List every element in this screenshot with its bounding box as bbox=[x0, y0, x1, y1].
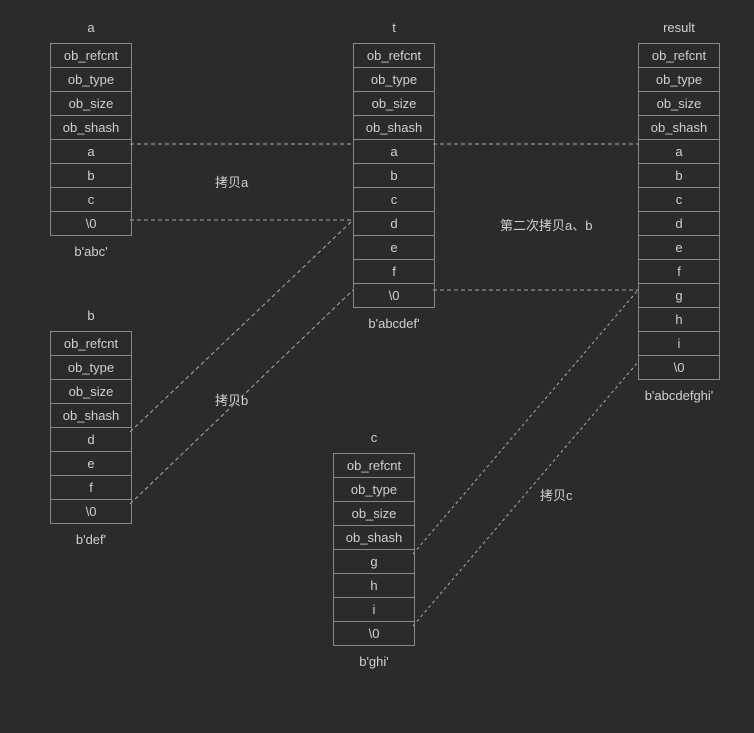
annotation-copy-c: 拷贝c bbox=[540, 485, 573, 504]
struct-c-title: c bbox=[333, 430, 415, 445]
cell: ob_type bbox=[51, 68, 131, 92]
struct-t-footer: b'abcdef' bbox=[353, 316, 435, 331]
cell: h bbox=[639, 308, 719, 332]
cell: d bbox=[639, 212, 719, 236]
annotation-copy-ab-second: 第二次拷贝a、b bbox=[500, 215, 592, 234]
cell: ob_type bbox=[51, 356, 131, 380]
cell: b bbox=[639, 164, 719, 188]
struct-b-footer: b'def' bbox=[50, 532, 132, 547]
cell: ob_refcnt bbox=[51, 332, 131, 356]
cell: \0 bbox=[354, 284, 434, 308]
struct-a-title: a bbox=[50, 20, 132, 35]
cell: b bbox=[51, 164, 131, 188]
cell: ob_size bbox=[51, 92, 131, 116]
cell: \0 bbox=[639, 356, 719, 380]
cell: ob_shash bbox=[354, 116, 434, 140]
annotation-copy-b: 拷贝b bbox=[215, 390, 248, 409]
cell: ob_size bbox=[51, 380, 131, 404]
cell: b bbox=[354, 164, 434, 188]
cell: f bbox=[51, 476, 131, 500]
cell: i bbox=[334, 598, 414, 622]
cell: c bbox=[51, 188, 131, 212]
cell: ob_size bbox=[354, 92, 434, 116]
cell: e bbox=[51, 452, 131, 476]
cell: e bbox=[354, 236, 434, 260]
cell: d bbox=[354, 212, 434, 236]
cell: i bbox=[639, 332, 719, 356]
cell: d bbox=[51, 428, 131, 452]
cell: e bbox=[639, 236, 719, 260]
cell: ob_refcnt bbox=[354, 44, 434, 68]
struct-a: a ob_refcnt ob_type ob_size ob_shash a b… bbox=[50, 20, 132, 259]
cell: h bbox=[334, 574, 414, 598]
cell: g bbox=[639, 284, 719, 308]
cell: ob_size bbox=[334, 502, 414, 526]
cell: ob_refcnt bbox=[51, 44, 131, 68]
cell: \0 bbox=[51, 500, 131, 524]
struct-b-title: b bbox=[50, 308, 132, 323]
struct-c-footer: b'ghi' bbox=[333, 654, 415, 669]
cell: c bbox=[354, 188, 434, 212]
annotation-copy-a: 拷贝a bbox=[215, 172, 248, 191]
cell: ob_shash bbox=[639, 116, 719, 140]
cell: ob_size bbox=[639, 92, 719, 116]
cell: f bbox=[639, 260, 719, 284]
struct-c-cells: ob_refcnt ob_type ob_size ob_shash g h i… bbox=[333, 453, 415, 646]
cell: a bbox=[639, 140, 719, 164]
cell: ob_type bbox=[334, 478, 414, 502]
cell: f bbox=[354, 260, 434, 284]
struct-result-footer: b'abcdefghi' bbox=[638, 388, 720, 403]
struct-b-cells: ob_refcnt ob_type ob_size ob_shash d e f… bbox=[50, 331, 132, 524]
struct-c: c ob_refcnt ob_type ob_size ob_shash g h… bbox=[333, 430, 415, 669]
cell: ob_shash bbox=[51, 116, 131, 140]
cell: ob_type bbox=[639, 68, 719, 92]
cell: ob_type bbox=[354, 68, 434, 92]
cell: \0 bbox=[51, 212, 131, 236]
struct-b: b ob_refcnt ob_type ob_size ob_shash d e… bbox=[50, 308, 132, 547]
struct-result: result ob_refcnt ob_type ob_size ob_shas… bbox=[638, 20, 720, 403]
struct-a-footer: b'abc' bbox=[50, 244, 132, 259]
cell: ob_refcnt bbox=[639, 44, 719, 68]
cell: a bbox=[51, 140, 131, 164]
struct-result-title: result bbox=[638, 20, 720, 35]
struct-t-title: t bbox=[353, 20, 435, 35]
struct-t-cells: ob_refcnt ob_type ob_size ob_shash a b c… bbox=[353, 43, 435, 308]
cell: g bbox=[334, 550, 414, 574]
cell: ob_shash bbox=[334, 526, 414, 550]
struct-t: t ob_refcnt ob_type ob_size ob_shash a b… bbox=[353, 20, 435, 331]
struct-result-cells: ob_refcnt ob_type ob_size ob_shash a b c… bbox=[638, 43, 720, 380]
cell: ob_refcnt bbox=[334, 454, 414, 478]
struct-a-cells: ob_refcnt ob_type ob_size ob_shash a b c… bbox=[50, 43, 132, 236]
cell: c bbox=[639, 188, 719, 212]
cell: ob_shash bbox=[51, 404, 131, 428]
cell: \0 bbox=[334, 622, 414, 646]
cell: a bbox=[354, 140, 434, 164]
